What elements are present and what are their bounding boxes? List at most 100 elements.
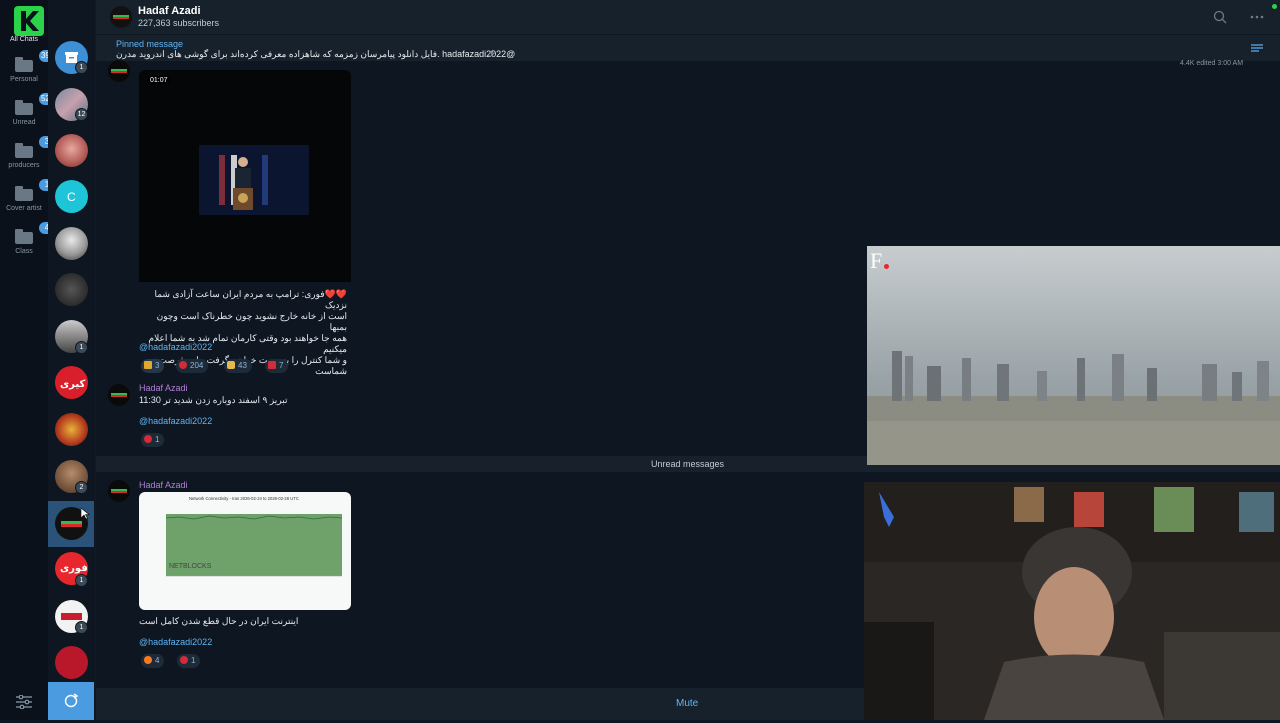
broadcaster-logo-dot (884, 264, 889, 269)
thumbs-up-icon (227, 361, 235, 369)
broadcaster-logo: F (870, 248, 883, 273)
webcam-person-image (864, 482, 1280, 720)
message-avatar[interactable] (108, 384, 130, 406)
folder-icon: 3 (15, 136, 55, 158)
fouri-logo-text: فوری (60, 563, 88, 574)
channel-title[interactable]: Hadaf Azadi (138, 5, 201, 17)
folder-producers[interactable]: 3 producers (0, 136, 55, 169)
reaction-star[interactable]: 3 (141, 359, 165, 373)
column-divider (95, 0, 96, 720)
pinned-text: فایل دانلود پیامرسان زمزمه که شاهزاده مع… (116, 49, 516, 59)
hadaf-logo-icon (111, 489, 127, 493)
folder-cover-artist[interactable]: 1 Cover artist (0, 179, 55, 212)
folder-label: Unread (12, 119, 36, 126)
message-avatar[interactable] (108, 60, 130, 82)
paperclip-icon (488, 49, 495, 57)
folder-label: producers (8, 162, 40, 169)
connectivity-graph-image: Network Connectivity - Iran 2026-02-24 t… (165, 496, 343, 577)
star-icon (144, 361, 152, 369)
chat-avatar-lion[interactable] (55, 413, 88, 446)
reaction-hundred[interactable]: 7 (265, 359, 289, 373)
webcam-overlay (864, 482, 1280, 720)
refresh-button[interactable] (48, 682, 94, 720)
kiri-logo-text: کیری (60, 379, 85, 390)
app-logo-icon[interactable] (14, 6, 44, 36)
reaction-count: 4 (155, 656, 160, 665)
message-text-line: ❤️❤️فوری: ترامپ به مردم ایران ساعت آزادی… (154, 289, 347, 310)
message-text-line: است از خانه خارج نشوید چون خطرناک است وچ… (156, 311, 347, 332)
video-duration: 01:07 (147, 76, 171, 85)
reaction-count: 3 (155, 361, 160, 370)
city-skyline-image (867, 246, 1280, 465)
chat-avatar-dark[interactable] (55, 273, 88, 306)
podium-scene-icon (199, 145, 309, 215)
folder-icon: 394 (15, 50, 57, 72)
folder-icon: 4 (15, 222, 55, 244)
pinned-list-icon[interactable] (1251, 43, 1263, 53)
hadaf-logo-icon (111, 69, 127, 73)
chat-avatar-kiri[interactable]: کیری (55, 366, 88, 399)
search-icon[interactable] (1213, 10, 1227, 24)
chat-avatar-mask[interactable] (55, 227, 88, 260)
refresh-icon (64, 693, 79, 708)
heart-icon (180, 656, 188, 664)
c-letter-icon: C (67, 190, 76, 204)
chat-list: 1 12 C 1 کیری 2 فوری 1 1 (48, 0, 95, 720)
message-sender[interactable]: Hadaf Azadi (139, 383, 188, 393)
chat-avatar-cyan[interactable]: C (55, 180, 88, 213)
hundred-icon (268, 361, 276, 369)
reaction-heart[interactable]: 1 (141, 433, 165, 447)
city-camera-overlay: F (867, 246, 1280, 465)
reaction-count: 204 (190, 361, 204, 370)
folder-icon: 1 (15, 179, 55, 201)
pinned-label: Pinned message (116, 39, 184, 49)
more-options-icon[interactable] (1250, 10, 1264, 24)
chat-header[interactable]: Hadaf Azadi 227,363 subscribers (96, 0, 1280, 34)
folder-sidebar: 70 All Chats 394 Personal 527 Unread 3 p… (0, 0, 84, 720)
folder-icon: 527 (15, 93, 57, 115)
reaction-fire[interactable]: 4 (141, 654, 165, 668)
chat-badge: 12 (75, 108, 88, 121)
reaction-thumbs-up[interactable]: 43 (224, 359, 252, 373)
graph-title: Network Connectivity - Iran 2026-02-24 t… (189, 496, 299, 501)
unread-messages-label: Unread messages (651, 459, 725, 469)
chat-avatar-red-logo[interactable] (55, 646, 88, 679)
reaction-heart[interactable]: 1 (177, 654, 201, 668)
heart-icon (144, 435, 152, 443)
chat-badge: 1 (75, 574, 88, 587)
message-sender[interactable]: Hadaf Azadi (139, 480, 188, 490)
channel-link[interactable]: @hadafazadi2022 (139, 342, 212, 352)
network-connectivity-image[interactable]: Network Connectivity - Iran 2026-02-24 t… (139, 492, 351, 610)
folder-all-chats-label[interactable]: All Chats (0, 36, 48, 43)
channel-link[interactable]: @hadafazadi2022 (139, 637, 212, 647)
folder-unread[interactable]: 527 Unread (0, 93, 57, 126)
mute-button[interactable]: Mute (676, 698, 698, 709)
chat-avatar-character[interactable] (55, 134, 88, 167)
channel-link[interactable]: @hadafazadi2022 (139, 416, 212, 426)
folder-personal[interactable]: 394 Personal (0, 50, 57, 83)
reaction-count: 43 (238, 361, 247, 370)
settings-sliders-icon[interactable] (16, 695, 32, 709)
fire-icon (144, 656, 152, 664)
kiri-logo-icon: کیری (60, 379, 85, 390)
chat-badge: 2 (75, 481, 88, 494)
hadaf-logo-icon (113, 15, 129, 19)
message-text: 11:30 تبریز ۹ اسفند دوباره زدن شدید تر (139, 395, 288, 405)
online-indicator (1272, 4, 1277, 9)
message-views-edited: 4.4K edited 3:00 AM (1180, 60, 1244, 67)
heart-icon (179, 361, 187, 369)
channel-avatar[interactable] (110, 6, 132, 28)
video-thumbnail[interactable]: 01:07 (139, 70, 351, 282)
graph-watermark: NETBLOCKS (169, 563, 212, 570)
reaction-count: 1 (155, 435, 160, 444)
hadaf-logo-icon (111, 393, 127, 397)
reaction-count: 7 (279, 361, 284, 370)
svg-text:C: C (67, 190, 76, 204)
reaction-heart[interactable]: 204 (176, 359, 209, 373)
pinned-message-bar[interactable]: Pinned message فایل دانلود پیامرسان زمزم… (96, 34, 1280, 61)
mouse-cursor-icon (81, 508, 90, 520)
folder-label: Class (15, 248, 33, 255)
chat-badge: 1 (75, 61, 88, 74)
message-avatar[interactable] (108, 480, 130, 502)
folder-class[interactable]: 4 Class (0, 222, 55, 255)
